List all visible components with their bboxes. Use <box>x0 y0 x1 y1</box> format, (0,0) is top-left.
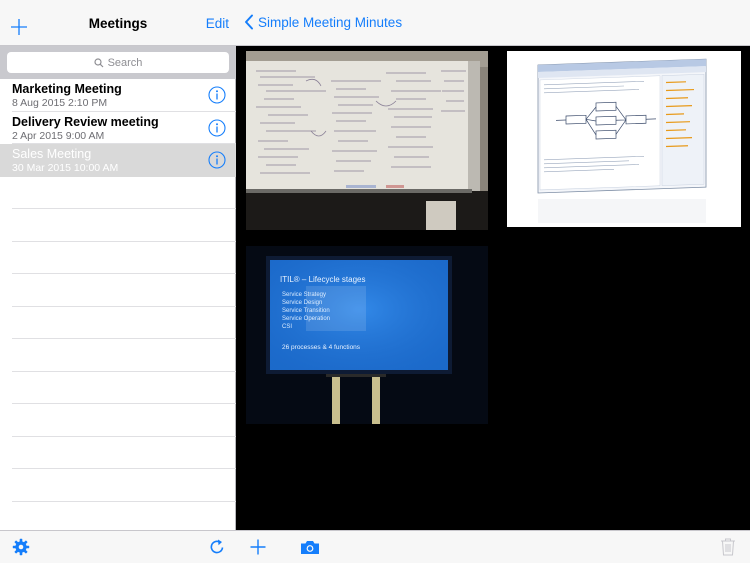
plus-icon[interactable] <box>249 538 267 556</box>
meeting-list: Marketing Meeting 8 Aug 2015 2:10 PM Del… <box>0 79 236 502</box>
master-toolbar <box>0 530 236 563</box>
presentation-screen-photo[interactable]: ITIL® – Lifecycle stages Service Strateg… <box>246 246 488 424</box>
chevron-left-icon <box>245 14 253 30</box>
gear-icon[interactable] <box>12 538 30 556</box>
whiteboard-photo[interactable] <box>246 51 488 230</box>
meeting-date: 2 Apr 2015 9:00 AM <box>12 129 105 142</box>
screenshot-image <box>507 51 741 227</box>
software-screenshot-photo[interactable] <box>507 51 741 227</box>
search-input[interactable]: Search <box>7 52 229 73</box>
info-icon[interactable] <box>208 151 226 169</box>
empty-row <box>12 372 236 404</box>
empty-row <box>12 437 236 469</box>
search-bar: Search <box>0 46 236 79</box>
info-icon[interactable] <box>208 118 226 137</box>
presentation-image: ITIL® – Lifecycle stages Service Strateg… <box>246 246 488 424</box>
meeting-title: Sales Meeting <box>12 147 92 161</box>
meeting-row-sales[interactable]: Sales Meeting 30 Mar 2015 10:00 AM <box>0 144 236 177</box>
whiteboard-image <box>246 51 488 230</box>
meeting-title: Marketing Meeting <box>12 82 122 96</box>
info-icon[interactable] <box>208 86 226 104</box>
detail-toolbar <box>236 530 750 563</box>
camera-icon[interactable] <box>300 539 320 555</box>
search-placeholder: Search <box>107 56 143 69</box>
slide-heading: ITIL® – Lifecycle stages <box>280 275 366 284</box>
empty-row <box>12 242 236 274</box>
empty-row <box>12 177 236 209</box>
search-icon <box>93 57 103 67</box>
edit-button[interactable]: Edit <box>206 16 229 31</box>
trash-icon[interactable] <box>720 537 736 556</box>
empty-row <box>12 209 236 242</box>
slide-line: CSI <box>282 324 292 330</box>
refresh-icon[interactable] <box>208 538 226 556</box>
app-window: Meetings Edit Search Marketing Meeting 8… <box>0 0 750 563</box>
empty-row <box>12 469 236 502</box>
empty-row <box>12 339 236 372</box>
back-label: Simple Meeting Minutes <box>258 14 403 30</box>
meeting-title: Delivery Review meeting <box>12 114 159 129</box>
meeting-row-marketing[interactable]: Marketing Meeting 8 Aug 2015 2:10 PM <box>12 79 236 112</box>
meeting-detail-pane: Simple Meeting Minutes ITIL® – Lifecycle… <box>236 0 750 563</box>
empty-row <box>12 274 236 307</box>
back-button[interactable]: Simple Meeting Minutes <box>244 14 402 30</box>
page-title: Meetings <box>88 16 148 31</box>
detail-navigation-bar: Simple Meeting Minutes <box>236 0 750 46</box>
meeting-date: 8 Aug 2015 2:10 PM <box>12 97 108 109</box>
meeting-date: 30 Mar 2015 10:00 AM <box>12 162 119 174</box>
meetings-list-pane: Meetings Edit Search Marketing Meeting 8… <box>0 0 236 563</box>
empty-row <box>12 404 236 437</box>
empty-row <box>12 307 236 339</box>
slide-footer: 26 processes & 4 functions <box>282 344 361 351</box>
meeting-row-delivery-review[interactable]: Delivery Review meeting 2 Apr 2015 9:00 … <box>12 112 236 144</box>
master-navigation-bar: Meetings Edit <box>0 0 236 46</box>
